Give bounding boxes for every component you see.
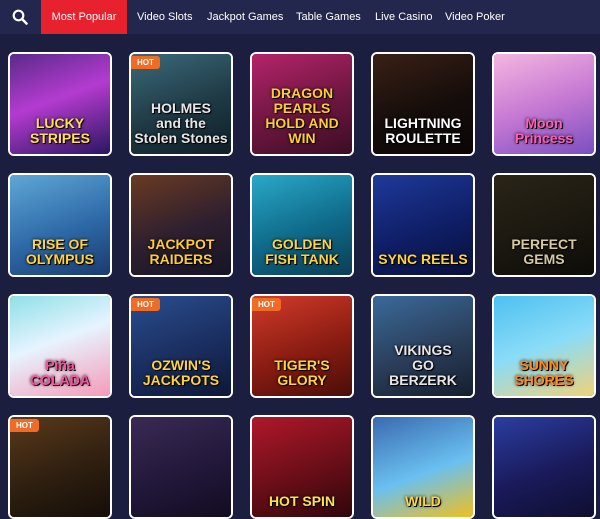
hot-badge: HOT	[252, 298, 281, 311]
hot-badge: HOT	[131, 298, 160, 311]
game-tile[interactable]: HOT SPIN	[250, 415, 354, 519]
game-title: HOT SPIN	[268, 493, 336, 509]
game-tile[interactable]: WILD	[371, 415, 475, 519]
hot-badge: HOT	[10, 419, 39, 432]
hot-badge: HOT	[131, 56, 160, 69]
game-grid: LUCKY STRIPES HOLMES and the Stolen Stone…	[8, 52, 598, 519]
tab-jackpot-games[interactable]: Jackpot Games	[207, 0, 283, 34]
game-title: SUNNY SHORES	[514, 357, 574, 388]
game-title: PERFECT GEMS	[511, 236, 577, 267]
top-navigation: Most Popular Video Slots Jackpot Games T…	[0, 0, 600, 34]
game-tile[interactable]: TIGER'S GLORY HOT	[250, 294, 354, 398]
tab-table-games[interactable]: Table Games	[296, 0, 361, 34]
game-thumbnail	[10, 417, 110, 517]
game-tile[interactable]: LIGHTNING ROULETTE	[371, 52, 475, 156]
game-tile[interactable]: SUNNY SHORES	[492, 294, 596, 398]
tab-live-casino[interactable]: Live Casino	[375, 0, 432, 34]
game-tile[interactable]: DRAGON PEARLS HOLD AND WIN	[250, 52, 354, 156]
game-title: TIGER'S GLORY	[274, 357, 330, 388]
game-tile[interactable]: SYNC REELS	[371, 173, 475, 277]
game-tile[interactable]: HOLMES and the Stolen Stones HOT	[129, 52, 233, 156]
game-tile[interactable]: OZWIN'S JACKPOTS HOT	[129, 294, 233, 398]
game-title: LIGHTNING ROULETTE	[384, 115, 462, 146]
tab-video-poker[interactable]: Video Poker	[445, 0, 505, 34]
game-title: Piña COLADA	[30, 357, 90, 388]
game-title: SYNC REELS	[378, 251, 468, 267]
game-tile[interactable]: VIKINGS GO BERZERK	[371, 294, 475, 398]
game-title: RISE OF OLYMPUS	[26, 236, 94, 267]
game-title: VIKINGS GO BERZERK	[389, 342, 457, 388]
game-title: HOLMES and the Stolen Stones	[134, 100, 228, 146]
search-button[interactable]	[0, 0, 40, 34]
game-title: Moon Princess	[514, 115, 574, 146]
game-title: JACKPOT RAIDERS	[147, 236, 215, 267]
game-thumbnail	[494, 417, 594, 517]
game-tile[interactable]: LUCKY STRIPES	[8, 52, 112, 156]
game-tile[interactable]: RISE OF OLYMPUS	[8, 173, 112, 277]
game-title: OZWIN'S JACKPOTS	[142, 357, 220, 388]
game-tile[interactable]	[492, 415, 596, 519]
game-tile[interactable]: GOLDEN FISH TANK	[250, 173, 354, 277]
game-title: LUCKY STRIPES	[30, 115, 90, 146]
game-tile[interactable]: Moon Princess	[492, 52, 596, 156]
tab-video-slots[interactable]: Video Slots	[137, 0, 192, 34]
game-tile[interactable]: HOT	[8, 415, 112, 519]
tab-most-popular[interactable]: Most Popular	[41, 0, 127, 34]
game-tile[interactable]: Piña COLADA	[8, 294, 112, 398]
game-tile[interactable]: JACKPOT RAIDERS	[129, 173, 233, 277]
game-tile[interactable]: PERFECT GEMS	[492, 173, 596, 277]
game-tile[interactable]	[129, 415, 233, 519]
game-title: WILD	[405, 493, 441, 509]
search-icon	[12, 9, 28, 25]
game-title: GOLDEN FISH TANK	[265, 236, 339, 267]
game-thumbnail	[131, 417, 231, 517]
game-title: DRAGON PEARLS HOLD AND WIN	[265, 85, 339, 146]
